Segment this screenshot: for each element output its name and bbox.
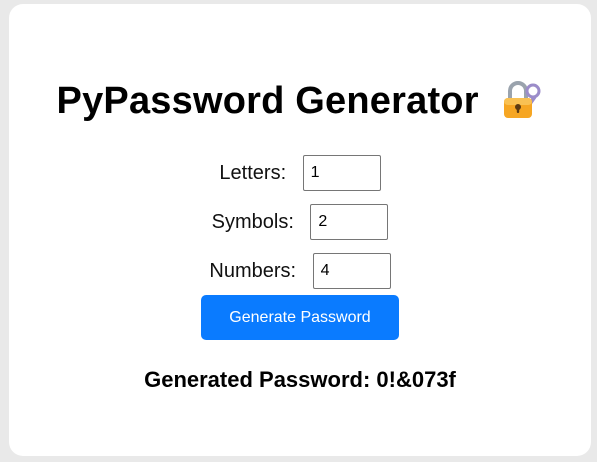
letters-input[interactable] [302, 155, 381, 191]
numbers-input[interactable] [312, 253, 391, 289]
generated-password: Generated Password: 0!&073f [9, 367, 591, 393]
symbols-label: Symbols: [211, 210, 294, 233]
generator-card: PyPassword Generator Letters: Symbols: [9, 4, 591, 456]
numbers-row: Numbers: [9, 253, 591, 289]
page-title: PyPassword Generator [9, 79, 591, 123]
generated-password-value: 0!&073f [376, 367, 456, 392]
letters-label: Letters: [219, 161, 287, 184]
letters-row: Letters: [9, 155, 591, 191]
title-text: PyPassword Generator [56, 80, 479, 123]
generated-password-label: Generated Password: [144, 367, 371, 392]
lock-with-key-icon [501, 79, 543, 121]
symbols-row: Symbols: [9, 204, 591, 240]
symbols-input[interactable] [310, 204, 389, 240]
generate-password-button[interactable]: Generate Password [201, 295, 399, 340]
numbers-label: Numbers: [209, 259, 297, 282]
